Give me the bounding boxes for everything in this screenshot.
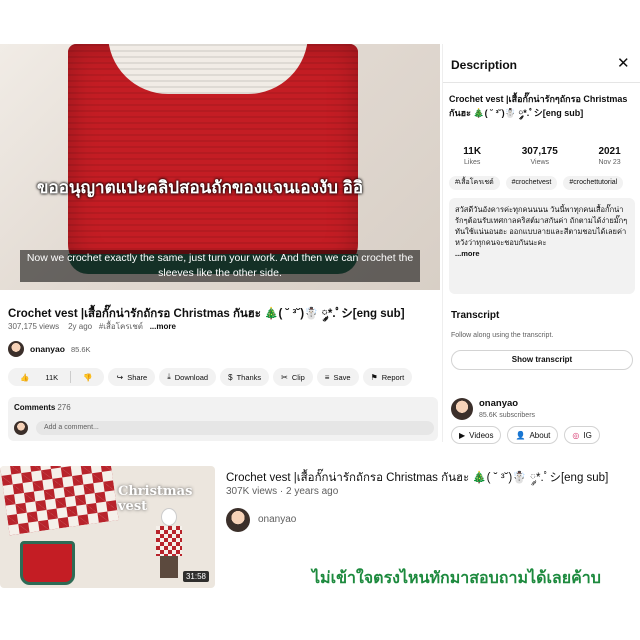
description-video-title: Crochet vest |เสื้อกั๊กน่ารักๆถักรอ Chri…	[449, 94, 628, 118]
transcript-title: Transcript	[451, 310, 500, 321]
video-meta[interactable]: 307,175 views 2y ago #เสื้อโครเชต์ ...mo…	[8, 320, 176, 333]
hashtag-chip[interactable]: #crochettutorial	[563, 176, 624, 190]
user-avatar	[14, 421, 28, 435]
flag-icon: ⚑	[370, 372, 378, 382]
thanks-button[interactable]: $ Thanks	[220, 368, 270, 386]
screenshot-page: ขออนุญาตแปะคลิปสอนถักของแจนเองงับ อิอิ N…	[0, 0, 640, 640]
report-button[interactable]: ⚑ Report	[362, 368, 413, 386]
view-count: 307,175 views	[8, 322, 60, 331]
recommended-channel-name[interactable]: onanyao	[258, 514, 296, 525]
share-button[interactable]: ↪ Share	[108, 368, 156, 386]
stat-date: 2021 Nov 23	[598, 146, 621, 166]
panel-title: Description	[451, 58, 518, 72]
stat-likes: 11K Likes	[463, 146, 482, 166]
clip-button[interactable]: ✂ Clip	[273, 368, 313, 386]
stats-row: 11K Likes 307,175 Views 2021 Nov 23	[443, 146, 640, 166]
thai-caption: ขออนุญาตแปะคลิปสอนถักของแจนเองงับ อิอิ	[36, 178, 364, 197]
channel-avatar[interactable]	[451, 398, 473, 420]
like-count: 11K	[45, 372, 59, 382]
channel-row[interactable]: onanyao 85.6K	[8, 340, 91, 358]
scissors-icon: ✂	[281, 372, 288, 382]
about-button[interactable]: 👤 About	[507, 426, 559, 444]
video-player[interactable]: ขออนุญาตแปะคลิปสอนถักของแจนเองงับ อิอิ N…	[0, 44, 440, 290]
show-transcript-button[interactable]: Show transcript	[451, 350, 633, 370]
video-thumbnail[interactable]: Christmas vest 31:58	[0, 466, 215, 588]
recommended-channel-avatar[interactable]	[226, 508, 250, 532]
description-text-box[interactable]: สวัสดีวันอังคารค่ะทุกคนนนน วันนี้พาทุกคน…	[449, 198, 635, 294]
video-subtitle: Now we crochet exactly the same, just tu…	[20, 250, 420, 282]
description-text: สวัสดีวันอังคารค่ะทุกคนนนน วันนี้พาทุกคน…	[455, 205, 628, 247]
person-image	[152, 508, 186, 578]
person-icon: 👤	[515, 430, 526, 440]
channel-avatar[interactable]	[8, 341, 24, 357]
like-dislike-group: 👍 11K 👎	[8, 368, 105, 386]
description-more-link[interactable]: ...more	[455, 249, 480, 258]
videos-button[interactable]: ▶ Videos	[451, 426, 502, 444]
action-bar: 👍 11K 👎 ↪ Share ⤓ Download $ Thanks ✂ Clip ≡ S…	[8, 368, 413, 386]
comment-count: 276	[57, 403, 71, 412]
comments-section[interactable]: Comments 276 Add a comment...	[8, 397, 438, 441]
instagram-icon: ◎	[572, 430, 580, 440]
subscriber-count: 85.6K	[70, 344, 91, 354]
share-icon: ↪	[116, 372, 124, 382]
comment-input[interactable]: Add a comment...	[36, 421, 434, 435]
hashtag-row: #เสื้อโครเชต์ #crochetvest #crochettutor…	[449, 176, 624, 190]
comments-header: Comments 276	[14, 403, 71, 412]
dislike-button[interactable]: 👎	[71, 368, 104, 386]
instagram-button[interactable]: ◎ IG	[564, 426, 600, 444]
save-button[interactable]: ≡ Save	[316, 368, 359, 386]
thumbs-down-icon: 👎	[83, 372, 93, 382]
hashtag-chip[interactable]: #crochetvest	[505, 176, 558, 190]
crochet-vest-image	[68, 44, 358, 274]
channel-name[interactable]: onanyao	[30, 344, 65, 354]
save-icon: ≡	[324, 372, 330, 382]
channel-name[interactable]: onanyao	[479, 398, 518, 409]
overlay-text: ไม่เข้าใจตรงไหนทักมาสอบถามได้เลยค้าบ	[312, 570, 601, 587]
duration-badge: 31:58	[182, 571, 209, 582]
recommended-meta: 307K views · 2 years ago	[226, 486, 339, 497]
download-button[interactable]: ⤓ Download	[159, 368, 217, 386]
close-icon[interactable]: ✕	[617, 54, 630, 72]
divider	[443, 82, 640, 83]
hashtag-chip[interactable]: #เสื้อโครเชต์	[449, 176, 500, 190]
stat-views: 307,175 Views	[521, 146, 558, 166]
thanks-icon: $	[228, 372, 233, 382]
checkered-fabric-image	[0, 466, 119, 536]
download-icon: ⤓	[167, 372, 171, 381]
hashtag-link[interactable]: #เสื้อโครเชต์	[99, 322, 143, 331]
video-icon: ▶	[459, 430, 466, 440]
upload-age: 2y ago	[68, 322, 93, 331]
transcript-subtitle: Follow along using the transcript.	[451, 332, 554, 339]
description-panel: Description ✕ Crochet vest |เสื้อกั๊กน่า…	[442, 44, 640, 444]
thumbs-up-icon: 👍	[20, 372, 30, 382]
more-link[interactable]: ...more	[150, 322, 176, 331]
vest-image	[20, 541, 75, 585]
subscriber-count: 85.6K subscribers	[479, 412, 536, 419]
like-button[interactable]: 👍 11K	[8, 368, 70, 386]
channel-buttons: ▶ Videos 👤 About ◎ IG	[451, 426, 600, 444]
